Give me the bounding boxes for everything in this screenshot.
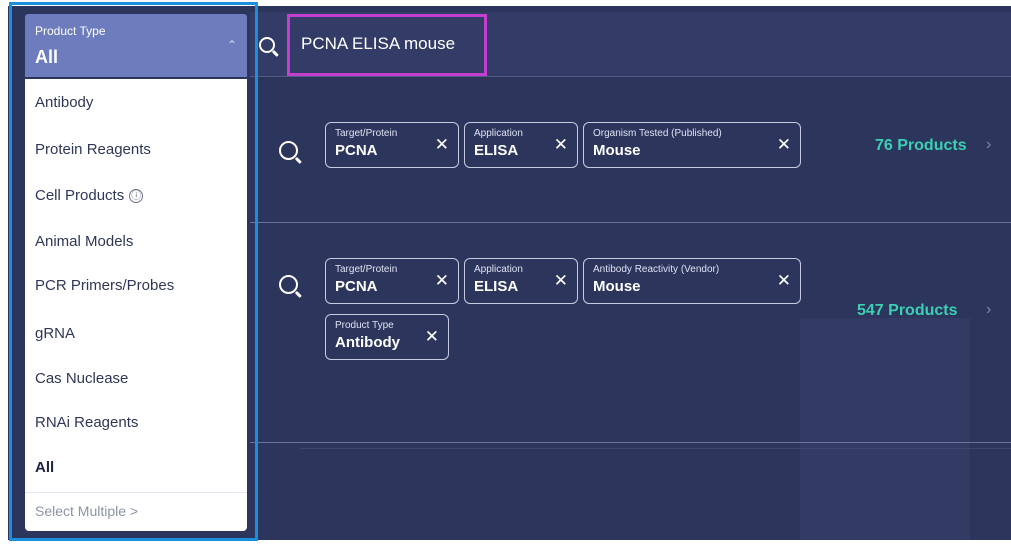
filter-chip-reactivity[interactable]: Antibody Reactivity (Vendor) Mouse ✕ [583,258,801,304]
chip-value: PCNA [335,278,378,295]
chip-label: Organism Tested (Published) [593,128,722,139]
chip-label: Application [474,128,523,139]
chip-label: Target/Protein [335,128,398,139]
remove-filter-icon[interactable]: ✕ [777,271,791,291]
chip-label: Target/Protein [335,264,398,275]
filter-chip-organism[interactable]: Organism Tested (Published) Mouse ✕ [583,122,801,168]
remove-filter-icon[interactable]: ✕ [425,327,439,347]
filter-chip-target[interactable]: Target/Protein PCNA ✕ [325,122,459,168]
filter-chip-application[interactable]: Application ELISA ✕ [464,122,578,168]
search-icon[interactable] [259,37,275,53]
suggestion-row-2[interactable]: Target/Protein PCNA ✕ Application ELISA … [250,226,1011,443]
remove-filter-icon[interactable]: ✕ [435,271,449,291]
background-divider [300,448,1011,449]
search-query-highlight: PCNA ELISA mouse [287,14,487,76]
filter-chip-product-type[interactable]: Product Type Antibody ✕ [325,314,449,360]
remove-filter-icon[interactable]: ✕ [435,135,449,155]
remove-filter-icon[interactable]: ✕ [554,135,568,155]
remove-filter-icon[interactable]: ✕ [554,271,568,291]
product-count-link[interactable]: 76 Products [875,137,967,155]
chip-value: ELISA [474,142,519,159]
remove-filter-icon[interactable]: ✕ [777,135,791,155]
chip-label: Product Type [335,320,394,331]
chevron-right-icon: › [986,301,992,318]
chip-label: Antibody Reactivity (Vendor) [593,264,720,275]
dropdown-highlight [9,2,258,541]
chip-value: ELISA [474,278,519,295]
chip-value: Mouse [593,278,641,295]
product-count-link[interactable]: 547 Products [857,302,957,320]
chip-value: Antibody [335,334,400,351]
chevron-right-icon: › [986,136,992,153]
search-icon [279,275,298,294]
search-icon [279,141,298,160]
search-input[interactable]: PCNA ELISA mouse [301,34,455,54]
filter-chip-application[interactable]: Application ELISA ✕ [464,258,578,304]
suggestion-row-1[interactable]: Target/Protein PCNA ✕ Application ELISA … [250,82,1011,223]
chip-value: Mouse [593,142,641,159]
filter-chip-target[interactable]: Target/Protein PCNA ✕ [325,258,459,304]
chip-value: PCNA [335,142,378,159]
chip-label: Application [474,264,523,275]
